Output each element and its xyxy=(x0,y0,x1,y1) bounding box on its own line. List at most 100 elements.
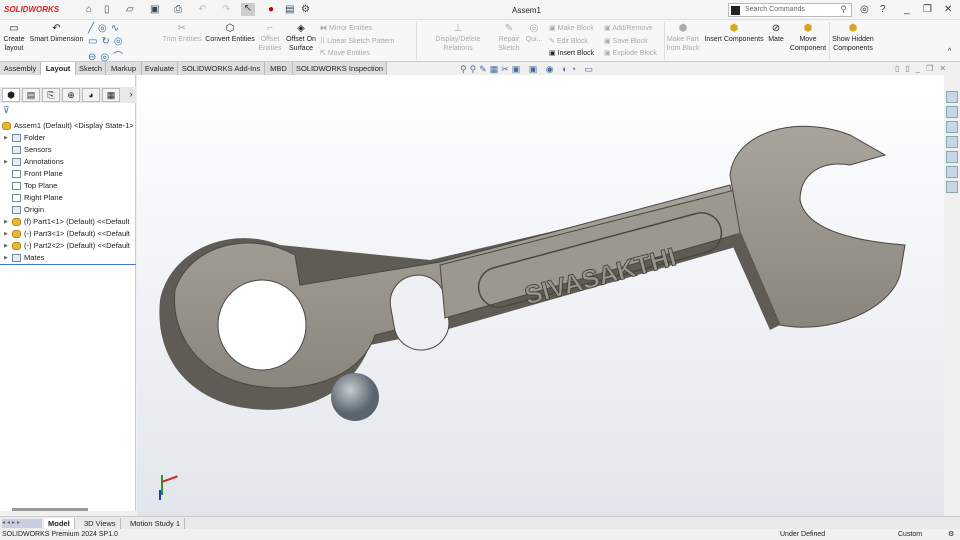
offset-on-surface-button[interactable]: ◈ Offset On Surface xyxy=(285,22,317,53)
heads-up-view-toolbar[interactable]: ⚲⚲✎▦✂▣ ▣ ◉ ◐◔ ▭ xyxy=(460,64,596,75)
open-icon[interactable]: ▱ xyxy=(126,4,134,15)
tab-motion-study[interactable]: Motion Study 1 xyxy=(126,518,186,529)
dimxpert-tab-icon[interactable]: ⊕ xyxy=(62,88,80,102)
configuration-manager-tab-icon[interactable]: ⎘ xyxy=(42,88,60,102)
tree-item[interactable]: Top Plane xyxy=(0,180,136,192)
mirror-entities-button[interactable]: ⧓ Mirror Entities xyxy=(320,24,372,32)
help-icon[interactable]: ? xyxy=(880,4,886,15)
rollback-bar[interactable] xyxy=(0,264,136,265)
close-button[interactable]: ✕ xyxy=(944,4,952,15)
expand-arrow-icon[interactable]: ▶ xyxy=(4,216,8,228)
tab-model[interactable]: Model xyxy=(44,518,75,529)
add-remove-button[interactable]: ▣ Add/Remove xyxy=(604,24,653,32)
tree-item[interactable]: ▶ Folder xyxy=(0,132,136,144)
explode-block-button[interactable]: ▣ Explode Block xyxy=(604,49,657,57)
display-delete-relations-button[interactable]: ⊥ Display/Delete Relations xyxy=(420,22,496,53)
quick-snaps-button[interactable]: ◎ Qui... xyxy=(524,22,544,44)
tree-item[interactable]: Front Plane xyxy=(0,168,136,180)
make-block-button[interactable]: ▣ Make Block xyxy=(549,24,594,32)
rebuild-icon[interactable]: ● xyxy=(268,4,274,15)
convert-entities-button[interactable]: ⬡ Convert Entities xyxy=(204,22,256,44)
tree-item[interactable]: ▶ Annotations xyxy=(0,156,136,168)
offset-entities-button[interactable]: ⌐ Offset Entities xyxy=(257,22,283,53)
expand-arrow-icon[interactable]: ▶ xyxy=(4,132,8,144)
tree-item[interactable]: ▶ (-) Part2<2> (Default) <<Default xyxy=(0,240,136,252)
expand-arrow-icon[interactable]: ▶ xyxy=(4,228,8,240)
undo-icon[interactable]: ↶ xyxy=(198,4,206,15)
tab-assembly[interactable]: Assembly xyxy=(0,62,41,75)
create-layout-button[interactable]: ▭ Create layout xyxy=(2,22,26,53)
move-entities-button[interactable]: ⇱ Move Entities xyxy=(320,49,370,57)
options-icon[interactable]: ⚙ xyxy=(301,4,310,15)
user-icon[interactable]: ◎ xyxy=(860,4,869,15)
restore-button[interactable]: ❐ xyxy=(923,4,932,15)
edit-block-button[interactable]: ✎ Edit Block xyxy=(549,37,588,45)
tree-item[interactable]: Assem1 (Default) <Display State-1> xyxy=(0,120,136,132)
tree-item[interactable]: Right Plane xyxy=(0,192,136,204)
expand-arrow-icon[interactable]: ▶ xyxy=(4,156,8,168)
ring-hole xyxy=(217,279,307,371)
mate-button[interactable]: ⊘ Mate xyxy=(766,22,786,44)
design-library-icon[interactable] xyxy=(946,121,958,133)
tree-item-label: Mates xyxy=(24,253,45,262)
search-commands-input[interactable]: Search Commands ⚲ xyxy=(728,3,852,17)
tab-evaluate[interactable]: Evaluate xyxy=(142,62,178,75)
resources-icon[interactable] xyxy=(946,91,958,103)
search-icon[interactable]: ⚲ xyxy=(840,4,847,15)
viewport-window-controls[interactable]: ▯▯_❐✕ xyxy=(895,64,952,73)
show-hidden-components-button[interactable]: ⬢ Show Hidden Components xyxy=(832,22,874,53)
tab-3d-views[interactable]: 3D Views xyxy=(80,518,121,529)
status-options-icon[interactable]: ⚙ xyxy=(948,529,954,540)
expand-arrow-icon[interactable]: ▶ xyxy=(4,252,8,264)
feature-manager-tab-icon[interactable]: ⬢ xyxy=(2,88,20,102)
horizontal-scrollbar[interactable] xyxy=(12,508,88,511)
property-manager-tab-icon[interactable]: ▤ xyxy=(22,88,40,102)
cam-tab-icon[interactable]: ▦ xyxy=(102,88,120,102)
expand-arrow-icon[interactable]: ▶ xyxy=(4,240,8,252)
home-pane-icon[interactable] xyxy=(946,106,958,118)
tab-mbd[interactable]: MBD xyxy=(265,62,293,75)
print-icon[interactable]: ⎙ xyxy=(174,4,182,15)
tree-item[interactable]: Sensors xyxy=(0,144,136,156)
tab-layout[interactable]: Layout xyxy=(41,62,76,75)
view-palette-icon[interactable] xyxy=(946,151,958,163)
tree-item[interactable]: ▶ (f) Part1<1> (Default) <<Default xyxy=(0,216,136,228)
select-icon[interactable]: ↖ xyxy=(241,3,255,16)
display-manager-tab-icon[interactable]: ◕ xyxy=(82,88,100,102)
file-properties-icon[interactable]: ▤ xyxy=(285,4,294,15)
save-icon[interactable]: ▣ xyxy=(150,4,159,15)
collapse-ribbon-icon[interactable]: ^ xyxy=(948,48,951,55)
redo-icon[interactable]: ↷ xyxy=(222,4,230,15)
insert-block-button[interactable]: ▣ Insert Block xyxy=(549,49,594,57)
tree-item[interactable]: Origin xyxy=(0,204,136,216)
filter-icon[interactable]: ⊽ xyxy=(3,105,10,116)
repair-sketch-button[interactable]: ✎ Repair Sketch xyxy=(497,22,521,53)
linear-sketch-pattern-button[interactable]: ⠿ Linear Sketch Pattern xyxy=(320,37,394,45)
file-explorer-icon[interactable] xyxy=(946,136,958,148)
tab-markup[interactable]: Markup xyxy=(106,62,142,75)
sketch-tools-icons-2[interactable]: ▭↻◎ xyxy=(88,36,127,47)
wrench-model[interactable]: SIVASAKTHI xyxy=(137,75,944,516)
move-component-button[interactable]: ⬢ Move Component xyxy=(788,22,828,53)
smart-dimension-button[interactable]: ↶ Smart Dimension xyxy=(29,22,84,44)
appearances-icon[interactable] xyxy=(946,166,958,178)
home-icon[interactable]: ⌂ xyxy=(86,4,92,15)
tree-item[interactable]: ▶ (-) Part3<1> (Default) <<Default xyxy=(0,228,136,240)
tab-inspection[interactable]: SOLIDWORKS Inspection xyxy=(293,62,387,75)
tab-scroll-arrows[interactable]: ◂◂▸▸ xyxy=(2,519,42,528)
units-selector[interactable]: Custom xyxy=(898,529,922,540)
make-part-from-block-button[interactable]: ⬢ Make Part from Block xyxy=(666,22,700,53)
new-document-icon[interactable]: ▯ xyxy=(104,4,110,15)
tab-sketch[interactable]: Sketch xyxy=(76,62,106,75)
trim-entities-button[interactable]: ✂ Trim Entities xyxy=(162,22,202,44)
graphics-area[interactable]: SIVASAKTHI xyxy=(137,75,944,516)
tree-item[interactable]: ▶ Mates xyxy=(0,252,136,264)
insert-components-button[interactable]: ⬢ Insert Components xyxy=(703,22,765,44)
minimize-button[interactable]: _ xyxy=(904,4,910,15)
save-block-button[interactable]: ▣ Save Block xyxy=(604,37,648,45)
more-tabs-icon[interactable]: › xyxy=(122,88,140,102)
sketch-tools-icons-3[interactable]: ⊖◎⌒ xyxy=(88,48,127,63)
sketch-tools-icons[interactable]: ╱◎∿ xyxy=(88,23,123,34)
tab-addins[interactable]: SOLIDWORKS Add-Ins xyxy=(178,62,265,75)
custom-properties-icon[interactable] xyxy=(946,181,958,193)
